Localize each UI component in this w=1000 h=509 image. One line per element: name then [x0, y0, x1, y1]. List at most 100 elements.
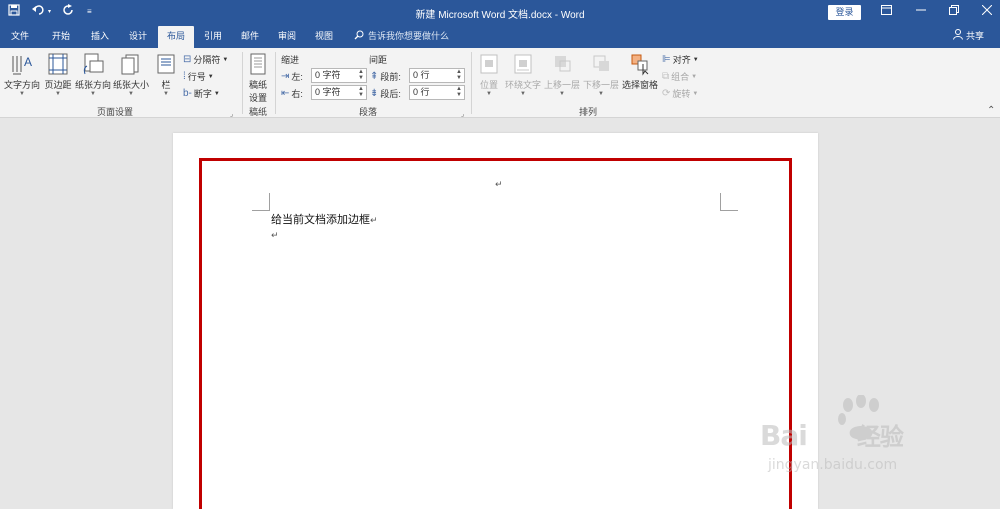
watermark-url: jingyan.baidu.com: [768, 457, 898, 473]
tab-view[interactable]: 视图: [307, 26, 341, 48]
spacing-after-icon: ⇟: [370, 88, 379, 99]
spinner-arrows-icon[interactable]: ▲ ▼: [358, 86, 364, 98]
dropdown-arrow-icon: ▼: [128, 91, 134, 97]
bring-forward-icon: [550, 52, 574, 76]
columns-button[interactable]: 栏 ▼: [153, 50, 179, 97]
watermark-brand: Bai 经验: [760, 419, 904, 452]
dropdown-arrow-icon: ▼: [90, 91, 96, 97]
wrap-text-icon: [511, 52, 535, 76]
share-label: 共享: [966, 31, 985, 41]
bring-forward-button[interactable]: 上移一层 ▼: [543, 50, 581, 97]
group-objects-label: 组合: [671, 72, 690, 82]
send-backward-icon: [589, 52, 613, 76]
tab-references[interactable]: 引用: [196, 26, 230, 48]
tab-review[interactable]: 审阅: [270, 26, 304, 48]
ribbon-tabs: 文件 开始 插入 设计 布局 引用 邮件 审阅 视图 告诉我你想要做什么 共享: [0, 26, 1000, 48]
spinner-arrows-icon[interactable]: ▲ ▼: [456, 86, 462, 98]
selection-pane-icon: [628, 52, 652, 76]
hyphenation-label: 断字: [193, 89, 212, 99]
tell-me-box[interactable]: 告诉我你想要做什么: [354, 29, 449, 42]
indent-right-text: 右:: [291, 89, 303, 99]
line-numbers-icon: ⁞: [183, 71, 186, 82]
person-icon: [953, 29, 963, 42]
group-label-paragraph: 段落: [358, 107, 377, 117]
indent-left-text: 左:: [291, 72, 303, 82]
align-button[interactable]: ⊫ 对齐 ▼: [662, 53, 699, 66]
wrap-text-button[interactable]: 环绕文字 ▼: [504, 50, 542, 97]
draft-paper-label-2: 设置: [248, 93, 267, 103]
indent-right-value: 0 字符: [315, 87, 341, 97]
tab-design[interactable]: 设计: [121, 26, 155, 48]
wrap-text-label: 环绕文字: [504, 80, 541, 90]
group-label-draft: 稿纸: [248, 107, 267, 117]
login-button[interactable]: 登录: [828, 5, 861, 20]
dropdown-arrow-icon: ▼: [222, 56, 229, 63]
hyphenation-button[interactable]: b- 断字 ▼: [183, 87, 220, 100]
line-numbers-label: 行号: [187, 72, 206, 82]
crop-mark-top-left: [252, 193, 270, 211]
spacing-before-value: 0 行: [413, 70, 430, 80]
breaks-button[interactable]: ⊟ 分隔符 ▼: [183, 53, 228, 66]
restore-icon[interactable]: [942, 4, 966, 18]
indent-left-input[interactable]: 0 字符 ▲ ▼: [311, 68, 367, 83]
minimize-icon[interactable]: [909, 4, 933, 18]
tab-insert[interactable]: 插入: [83, 26, 117, 48]
align-label: 对齐: [672, 55, 691, 65]
page-setup-launcher-icon[interactable]: ⌟: [230, 110, 233, 118]
orientation-button[interactable]: 纸张方向 ▼: [74, 50, 112, 97]
indent-left-icon: ⇥: [281, 71, 290, 82]
dropdown-arrow-icon: ▼: [486, 91, 492, 97]
share-button[interactable]: 共享: [953, 29, 984, 42]
rotate-icon: ⟳: [662, 88, 671, 99]
size-button[interactable]: 纸张大小 ▼: [112, 50, 150, 97]
ribbon: A 文字方向 ▼ 页边距 ▼ 纸张方向 ▼ 纸张大小 ▼ 栏 ▼ ⊟ 分隔符 ▼: [0, 48, 1000, 118]
title-bar: ▾ ≡ 新建 Microsoft Word 文档.docx - Word 登录: [0, 0, 1000, 26]
position-icon: [477, 52, 501, 76]
rotate-button[interactable]: ⟳ 旋转 ▼: [662, 87, 698, 100]
group-objects-button[interactable]: ⧉ 组合 ▼: [662, 70, 697, 83]
spacing-after-text: 段后:: [380, 89, 401, 99]
tab-file[interactable]: 文件: [4, 26, 36, 48]
spacing-before-icon: ⇞: [370, 71, 379, 82]
indent-left-value: 0 字符: [315, 70, 341, 80]
collapse-ribbon-icon[interactable]: ⌃: [987, 105, 995, 116]
orientation-icon: [81, 52, 105, 76]
tab-home[interactable]: 开始: [44, 26, 78, 48]
spacing-before-text: 段前:: [380, 72, 401, 82]
paragraph-launcher-icon[interactable]: ⌟: [461, 110, 464, 118]
document-text[interactable]: 给当前文档添加边框↵: [271, 211, 378, 227]
dropdown-arrow-icon: ▼: [692, 90, 699, 97]
draft-paper-button[interactable]: 稿纸 设置: [245, 50, 271, 104]
spinner-arrows-icon[interactable]: ▲ ▼: [456, 69, 462, 81]
tab-mailings[interactable]: 邮件: [233, 26, 267, 48]
indent-right-icon: ⇤: [281, 88, 290, 99]
page-size-icon: [119, 52, 143, 76]
dropdown-arrow-icon: ▼: [691, 73, 698, 80]
text-direction-label: 文字方向: [4, 80, 41, 90]
margins-button[interactable]: 页边距 ▼: [42, 50, 74, 97]
line-numbers-button[interactable]: ⁞ 行号 ▼: [183, 70, 214, 83]
selection-pane-button[interactable]: 选择窗格: [621, 50, 659, 91]
position-label: 位置: [479, 80, 498, 90]
rotate-label: 旋转: [672, 89, 691, 99]
tell-me-placeholder: 告诉我你想要做什么: [368, 31, 450, 41]
vertical-scrollbar[interactable]: [982, 119, 1000, 509]
spacing-before-input[interactable]: 0 行 ▲ ▼: [409, 68, 465, 83]
send-backward-button[interactable]: 下移一层 ▼: [582, 50, 620, 97]
text-direction-icon: A: [10, 52, 34, 76]
send-backward-label: 下移一层: [582, 80, 619, 90]
text-direction-button[interactable]: A 文字方向 ▼: [4, 50, 40, 97]
document-text-content: 给当前文档添加边框: [271, 213, 370, 226]
dropdown-arrow-icon: ▼: [207, 73, 214, 80]
spinner-arrows-icon[interactable]: ▲ ▼: [358, 69, 364, 81]
spacing-after-input[interactable]: 0 行 ▲ ▼: [409, 85, 465, 100]
indent-right-label: ⇤ 右:: [281, 87, 303, 100]
indent-right-input[interactable]: 0 字符 ▲ ▼: [311, 85, 367, 100]
tab-layout[interactable]: 布局: [158, 26, 194, 48]
ribbon-display-options-icon[interactable]: [874, 4, 898, 18]
spacing-before-label: ⇞ 段前:: [370, 70, 401, 83]
position-button[interactable]: 位置 ▼: [476, 50, 502, 97]
draft-paper-icon: [246, 52, 270, 76]
close-icon[interactable]: [975, 4, 999, 18]
dropdown-arrow-icon: ▼: [559, 91, 565, 97]
